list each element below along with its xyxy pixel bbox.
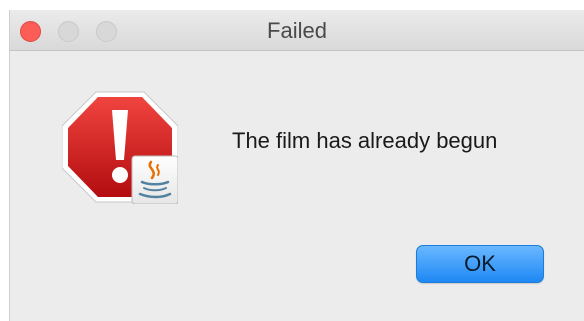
- window-title: Failed: [267, 18, 327, 43]
- title-bar[interactable]: Failed: [10, 10, 584, 51]
- java-badge-icon: [131, 155, 179, 205]
- ok-button[interactable]: OK: [416, 245, 544, 283]
- stop-alert-icon: [61, 90, 179, 205]
- dialog-window: Failed The film has already begun OK: [9, 10, 584, 321]
- dialog-message: The film has already begun: [232, 128, 498, 153]
